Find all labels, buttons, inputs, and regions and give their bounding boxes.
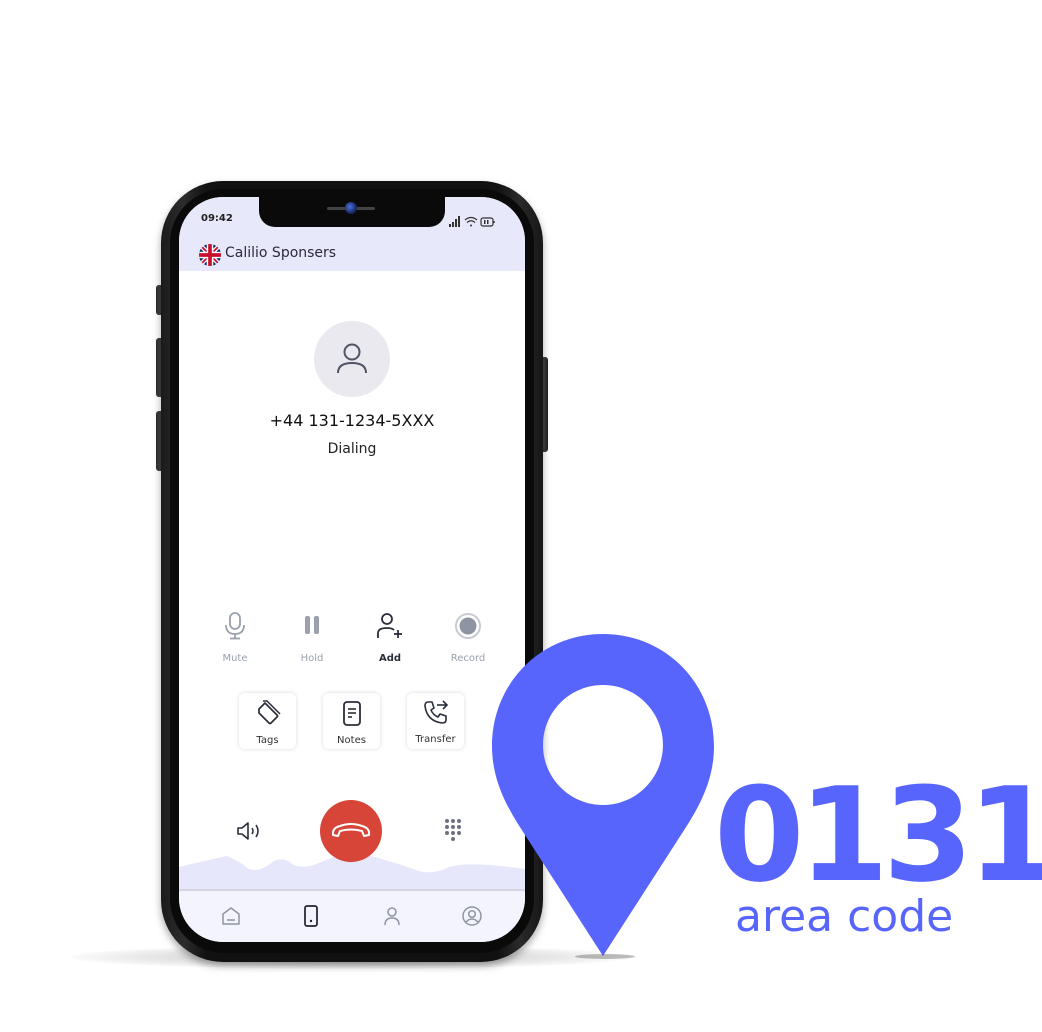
hold-button[interactable]: Hold bbox=[282, 611, 342, 664]
signal-icon bbox=[449, 216, 460, 227]
hang-up-icon bbox=[331, 823, 371, 837]
notch bbox=[259, 197, 445, 227]
phone-screen: 09:42 Calilio Sponsers +44 131-1234-5XXX… bbox=[179, 197, 525, 942]
contact-name: Calilio Sponsers bbox=[225, 245, 337, 261]
pin-shadow bbox=[575, 954, 635, 959]
call-transfer-icon bbox=[423, 700, 448, 724]
avatar bbox=[314, 321, 390, 397]
speaker-button[interactable] bbox=[235, 819, 265, 843]
mute-button[interactable]: Mute bbox=[205, 611, 265, 664]
microphone-icon bbox=[225, 612, 245, 640]
tags-button[interactable]: Tags bbox=[239, 693, 296, 749]
notes-icon bbox=[342, 701, 361, 726]
add-user-icon bbox=[377, 613, 402, 638]
tag-icon bbox=[257, 700, 281, 725]
add-button[interactable]: Add bbox=[360, 611, 420, 664]
profile-icon bbox=[462, 906, 482, 926]
contact-icon bbox=[384, 907, 400, 926]
notes-label: Notes bbox=[337, 735, 366, 746]
record-icon bbox=[455, 613, 481, 639]
bottom-tab-bar bbox=[179, 889, 525, 942]
mute-label: Mute bbox=[222, 653, 248, 664]
end-call-button[interactable] bbox=[320, 800, 382, 862]
tab-contacts[interactable] bbox=[381, 905, 403, 931]
phone-number: +44 131-1234-5XXX bbox=[269, 411, 435, 430]
home-icon bbox=[222, 907, 240, 925]
record-label: Record bbox=[450, 653, 486, 664]
phone-device-icon bbox=[304, 905, 318, 927]
status-time: 09:42 bbox=[201, 213, 233, 224]
wifi-icon bbox=[464, 216, 478, 227]
transfer-button[interactable]: Transfer bbox=[407, 693, 464, 749]
record-button[interactable]: Record bbox=[438, 611, 498, 664]
area-code-label: area code bbox=[735, 891, 954, 942]
battery-icon bbox=[480, 217, 495, 227]
transfer-label: Transfer bbox=[415, 734, 456, 745]
pause-icon bbox=[305, 616, 319, 634]
user-icon bbox=[337, 343, 367, 374]
status-icons bbox=[449, 213, 509, 227]
hold-label: Hold bbox=[300, 653, 324, 664]
uk-flag-icon bbox=[199, 244, 221, 266]
location-pin-icon bbox=[492, 634, 714, 956]
notes-button[interactable]: Notes bbox=[323, 693, 380, 749]
area-code-number: 0131 bbox=[714, 759, 1042, 911]
add-label: Add bbox=[378, 653, 402, 664]
tab-home[interactable] bbox=[220, 905, 242, 931]
tab-phone[interactable] bbox=[300, 904, 322, 932]
speaker-icon bbox=[237, 822, 259, 840]
keypad-button[interactable] bbox=[442, 817, 466, 847]
tab-profile[interactable] bbox=[461, 905, 483, 931]
tags-label: Tags bbox=[256, 735, 279, 746]
keypad-icon bbox=[445, 819, 461, 841]
front-camera bbox=[345, 202, 357, 214]
call-status: Dialing bbox=[327, 441, 377, 457]
